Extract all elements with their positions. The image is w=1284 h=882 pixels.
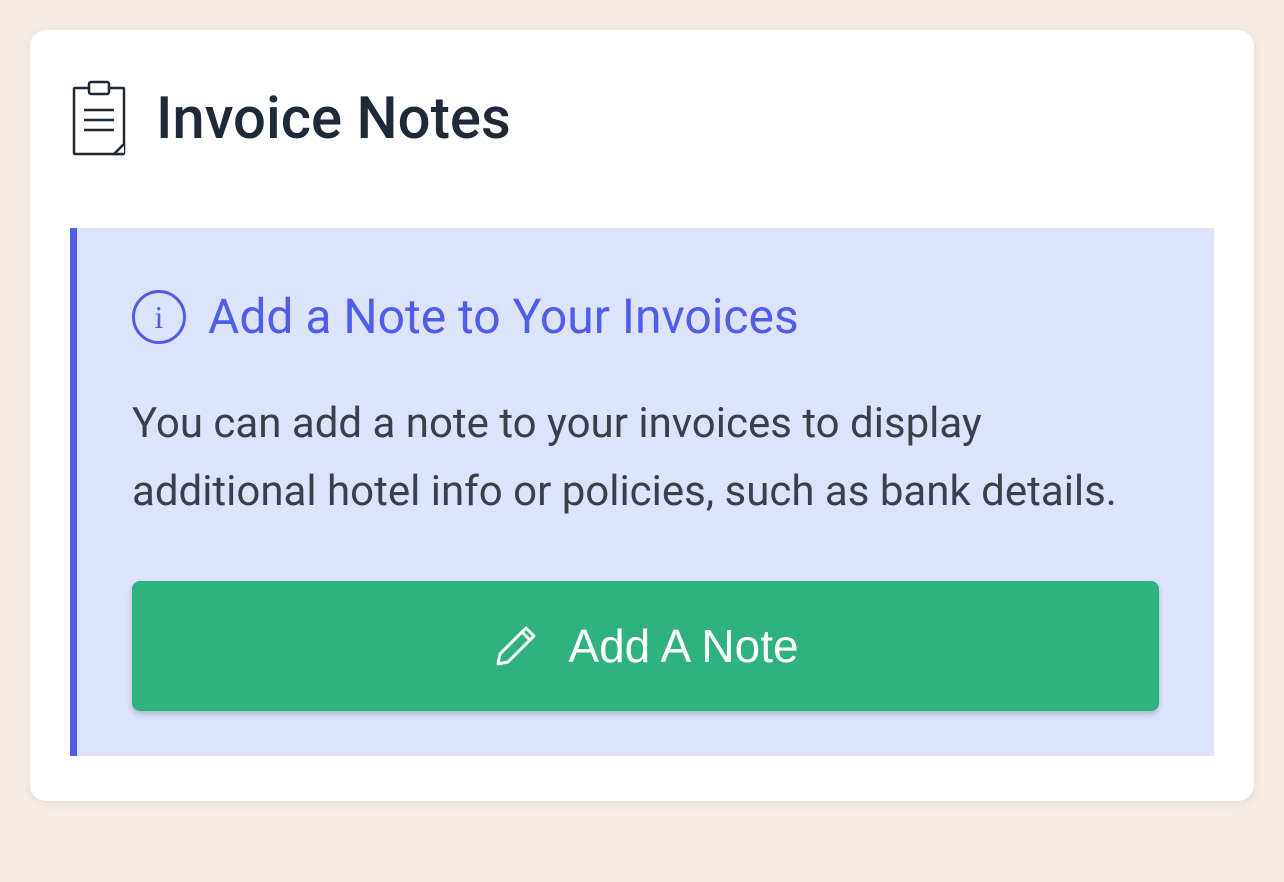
info-panel-title: Add a Note to Your Invoices [208,288,799,345]
info-panel: i Add a Note to Your Invoices You can ad… [70,228,1214,756]
invoice-notes-card: Invoice Notes i Add a Note to Your Invoi… [30,30,1254,801]
add-note-button-label: Add A Note [568,619,798,673]
add-note-button[interactable]: Add A Note [132,581,1159,711]
info-icon: i [132,290,186,344]
clipboard-icon [70,80,128,158]
card-header: Invoice Notes [70,80,1214,158]
card-title: Invoice Notes [156,85,511,153]
info-panel-description: You can add a note to your invoices to d… [132,390,1159,526]
pencil-icon [492,622,540,670]
info-panel-header: i Add a Note to Your Invoices [132,288,1159,345]
